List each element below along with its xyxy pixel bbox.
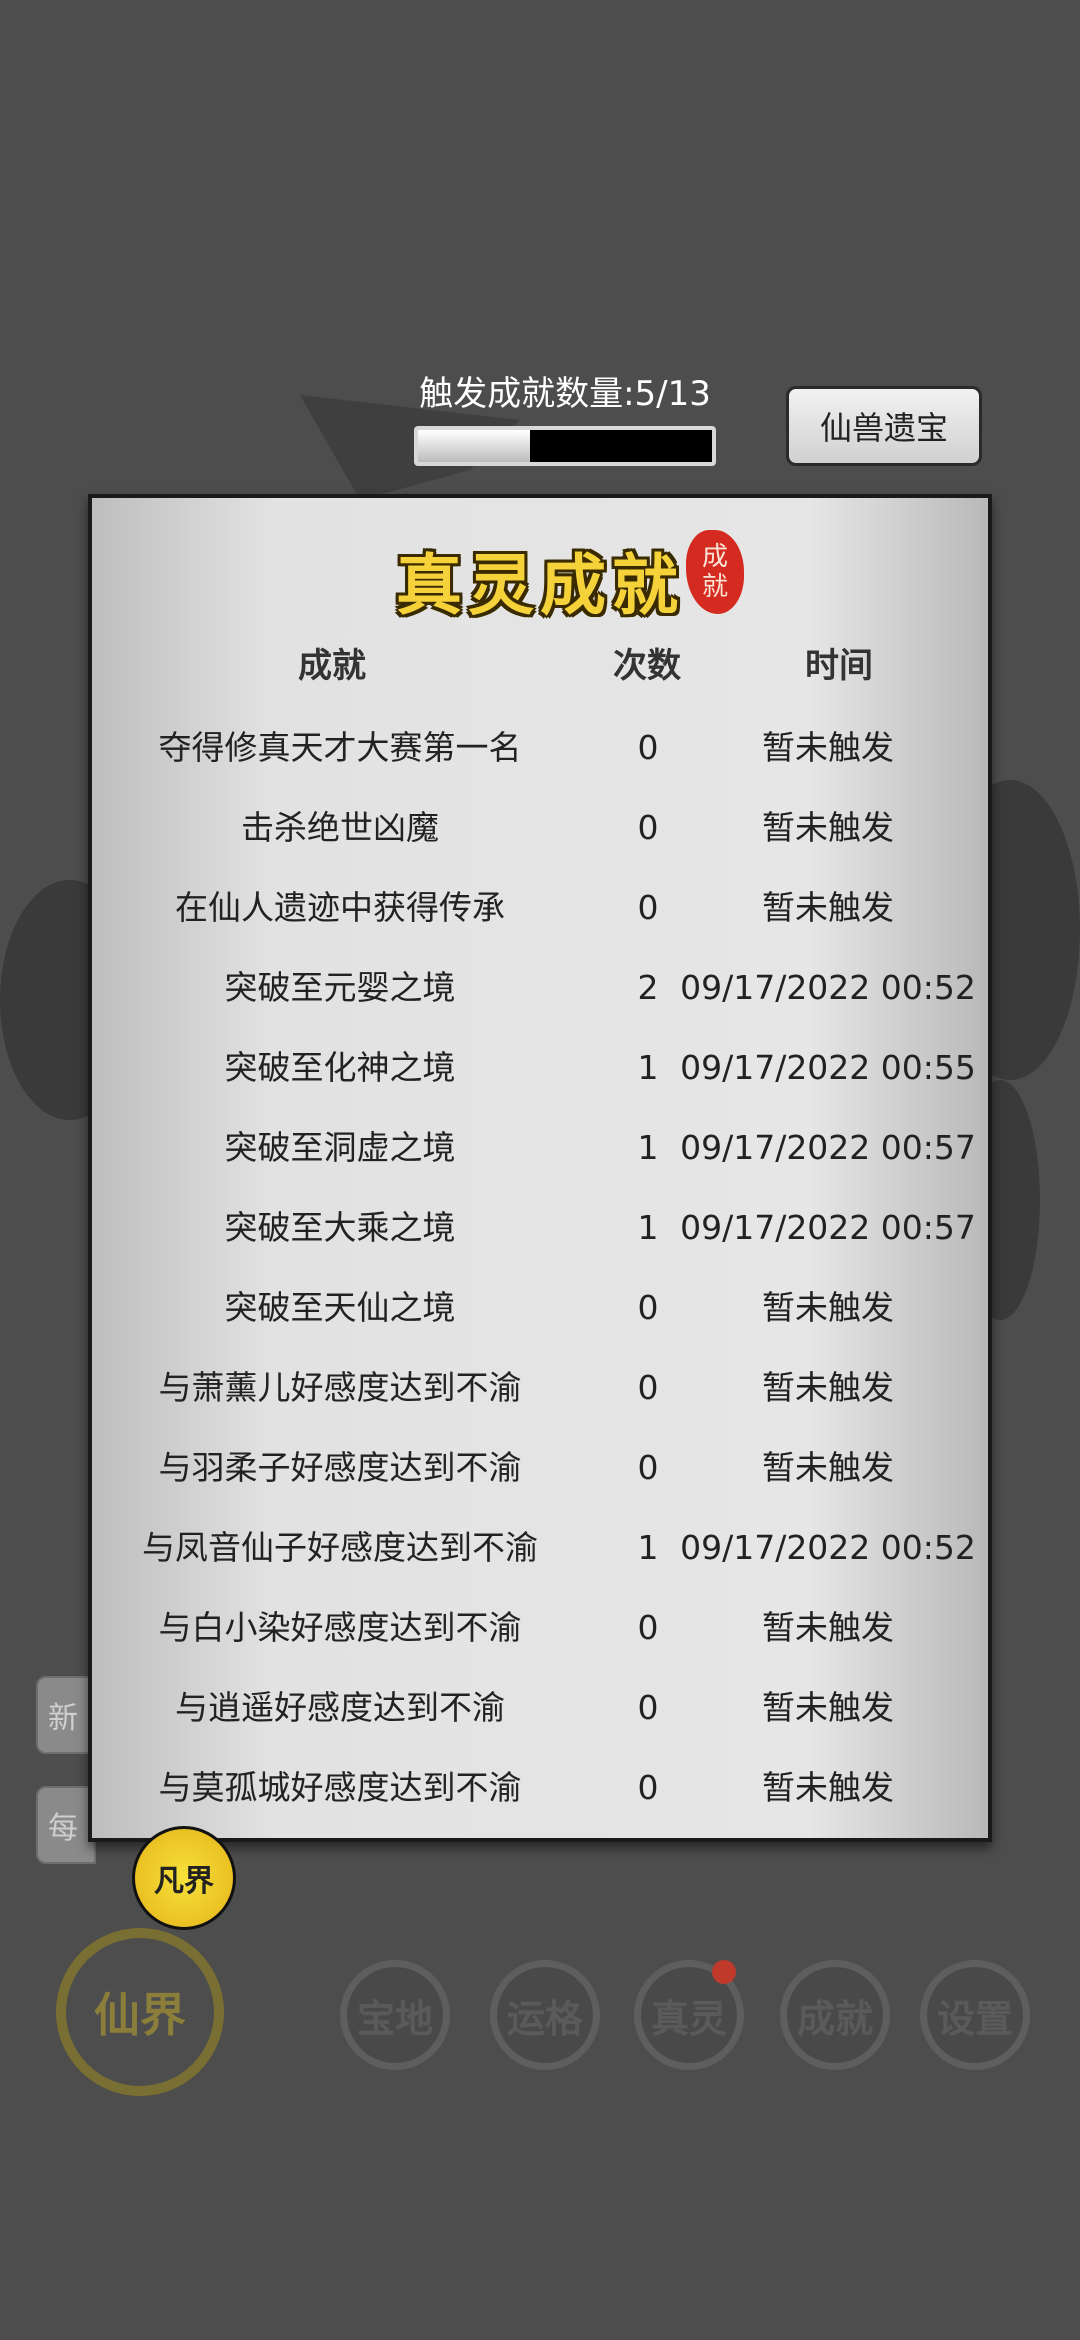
- realm-button-xianjie[interactable]: 仙界: [56, 1928, 224, 2096]
- column-header-count: 次数: [613, 646, 681, 686]
- achievement-name: 与凤音仙子好感度达到不渝: [142, 1528, 538, 1567]
- progress-fill: [418, 430, 530, 462]
- achievement-time: 暂未触发: [762, 1368, 894, 1407]
- achievement-name: 夺得修真天才大赛第一名: [158, 728, 522, 767]
- table-row: 突破至大乘之境 1 09/17/2022 00:57: [92, 1188, 988, 1268]
- achievement-name: 击杀绝世凶魔: [241, 808, 439, 847]
- column-header-name: 成就: [298, 646, 366, 686]
- achievement-time: 09/17/2022 00:57: [680, 1128, 976, 1167]
- seal-char: 成: [701, 542, 728, 572]
- table-row: 突破至洞虚之境 1 09/17/2022 00:57: [92, 1108, 988, 1188]
- seal-char: 就: [701, 572, 728, 602]
- achievement-name: 与莫孤城好感度达到不渝: [158, 1768, 522, 1807]
- achievement-time: 09/17/2022 00:57: [680, 1208, 976, 1247]
- table-row: 在仙人遗迹中获得传承 0 暂未触发: [92, 868, 988, 948]
- achievement-time: 09/17/2022 00:52: [680, 968, 976, 1007]
- nav-achievements[interactable]: 成就: [780, 1960, 890, 2070]
- achievement-time: 暂未触发: [762, 1608, 894, 1647]
- achievement-progress-bar: [414, 426, 716, 466]
- table-row: 与逍遥好感度达到不渝 0 暂未触发: [92, 1668, 988, 1748]
- table-row: 与羽柔子好感度达到不渝 0 暂未触发: [92, 1428, 988, 1508]
- achievement-name: 与萧薰儿好感度达到不渝: [158, 1368, 522, 1407]
- achievement-time: 暂未触发: [762, 1448, 894, 1487]
- achievement-time: 09/17/2022 00:52: [680, 1528, 976, 1567]
- achievement-name: 与羽柔子好感度达到不渝: [158, 1448, 522, 1487]
- table-row: 与莫孤城好感度达到不渝 0 暂未触发: [92, 1748, 988, 1828]
- achievement-name: 突破至元婴之境: [224, 968, 456, 1007]
- achievement-time: 暂未触发: [762, 1688, 894, 1727]
- nav-fortune[interactable]: 运格: [490, 1960, 600, 2070]
- table-row: 突破至化神之境 1 09/17/2022 00:55: [92, 1028, 988, 1108]
- achievement-list: 夺得修真天才大赛第一名 0 暂未触发 击杀绝世凶魔 0 暂未触发 在仙人遗迹中获得传承 0…: [92, 708, 988, 1828]
- notification-dot-icon: [712, 1960, 736, 1984]
- gourd-icon[interactable]: 凡界: [132, 1826, 236, 1930]
- achievement-name: 突破至大乘之境: [224, 1208, 456, 1247]
- achievement-panel: 真灵成就 成 就 成就 次数 时间 夺得修真天才大赛第一名 0 暂未触发 击杀绝世凶…: [88, 494, 992, 1842]
- achievement-name: 突破至化神之境: [224, 1048, 456, 1087]
- achievement-name: 与白小染好感度达到不渝: [158, 1608, 522, 1647]
- table-row: 与萧薰儿好感度达到不渝 0 暂未触发: [92, 1348, 988, 1428]
- spirit-beast-treasure-button[interactable]: 仙兽遗宝: [786, 386, 982, 466]
- table-row: 突破至元婴之境 2 09/17/2022 00:52: [92, 948, 988, 1028]
- column-header-time: 时间: [805, 646, 873, 686]
- achievement-time: 暂未触发: [762, 808, 894, 847]
- achievement-time: 暂未触发: [762, 1768, 894, 1807]
- achievement-time: 暂未触发: [762, 728, 894, 767]
- nav-settings[interactable]: 设置: [920, 1960, 1030, 2070]
- achievement-name: 突破至洞虚之境: [224, 1128, 456, 1167]
- table-row: 突破至天仙之境 0 暂未触发: [92, 1268, 988, 1348]
- table-row: 与凤音仙子好感度达到不渝 1 09/17/2022 00:52: [92, 1508, 988, 1588]
- table-row: 夺得修真天才大赛第一名 0 暂未触发: [92, 708, 988, 788]
- panel-title: 真灵成就: [396, 546, 684, 624]
- side-button-new[interactable]: 新: [36, 1676, 96, 1754]
- table-row: 击杀绝世凶魔 0 暂未触发: [92, 788, 988, 868]
- achievement-counter-label: 触发成就数量:5/13: [419, 374, 711, 414]
- side-button-daily[interactable]: 每: [36, 1786, 96, 1864]
- achievement-name: 突破至天仙之境: [224, 1288, 456, 1327]
- achievement-time: 暂未触发: [762, 888, 894, 927]
- table-row: 与白小染好感度达到不渝 0 暂未触发: [92, 1588, 988, 1668]
- achievement-name: 与逍遥好感度达到不渝: [175, 1688, 505, 1727]
- achievement-time: 暂未触发: [762, 1288, 894, 1327]
- nav-treasure-land[interactable]: 宝地: [340, 1960, 450, 2070]
- achievement-name: 在仙人遗迹中获得传承: [175, 888, 505, 927]
- achievement-time: 09/17/2022 00:55: [680, 1048, 976, 1087]
